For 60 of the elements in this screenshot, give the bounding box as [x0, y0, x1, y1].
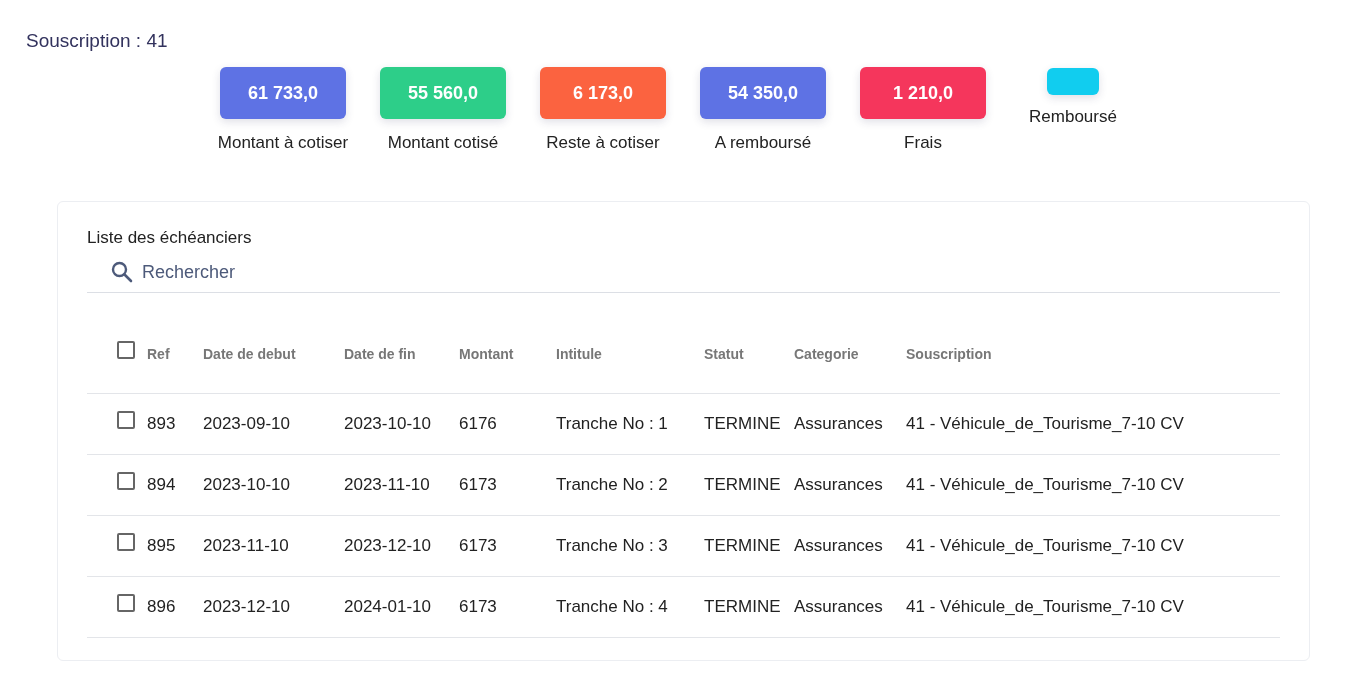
table-cell-text: Assurances [794, 475, 884, 495]
table-cell-text: 893 [147, 414, 177, 434]
stat-label: Remboursé [1029, 107, 1117, 127]
table-cell-text: TERMINE [704, 414, 782, 434]
table-cell-text: 894 [147, 475, 177, 495]
table-cell-text: Tranche No : 2 [556, 475, 669, 495]
table-cell-text: 2023-12-10 [203, 597, 291, 617]
table-cell-text: Assurances [794, 536, 884, 556]
table-cell-text: 41 - Véhicule_de_Tourisme_7-10 CV [906, 414, 1185, 434]
stat-label: A remboursé [714, 133, 812, 153]
table-cell-text: 2023-10-10 [203, 475, 291, 495]
table-cell-text: 6173 [459, 597, 498, 617]
column-header[interactable]: Souscription [906, 346, 1280, 362]
row-checkbox[interactable] [117, 472, 135, 490]
row-checkbox[interactable] [117, 411, 135, 429]
stat-label: Reste à cotiser [546, 133, 660, 153]
panel-title: Liste des échéanciers [87, 228, 253, 248]
stat-label: Montant cotisé [387, 133, 499, 153]
row-checkbox[interactable] [117, 533, 135, 551]
column-header[interactable]: Date de fin [344, 346, 459, 362]
column-header[interactable]: Date de debut [203, 346, 344, 362]
table-cell-text: Tranche No : 4 [556, 597, 669, 617]
table-cell-text: 2024-01-10 [344, 597, 432, 617]
column-header[interactable]: Categorie [794, 346, 906, 362]
table-cell-text: 2023-11-10 [203, 536, 290, 556]
table-cell-text: 2023-11-10 [344, 475, 431, 495]
table-cell-text: 896 [147, 597, 177, 617]
table-cell-text: Assurances [794, 414, 884, 434]
table-cell-text: TERMINE [704, 475, 782, 495]
search-icon [110, 260, 134, 284]
table-cell-text: 6173 [459, 475, 498, 495]
column-header[interactable]: Intitule [556, 346, 704, 362]
table-cell-text: Tranche No : 3 [556, 536, 669, 556]
table-cell-text: 41 - Véhicule_de_Tourisme_7-10 CV [906, 597, 1185, 617]
stat-card: 55 560,0 [380, 67, 506, 119]
table-cell-text: 6173 [459, 536, 498, 556]
table-cell-text: Assurances [794, 597, 884, 617]
table-cell-text: 2023-09-10 [203, 414, 291, 434]
stat-card: 6 173,0 [540, 67, 666, 119]
table-cell-text: 895 [147, 536, 177, 556]
stat-card: 1 210,0 [860, 67, 986, 119]
table-cell-text: Tranche No : 1 [556, 414, 669, 434]
stat-card: 54 350,0 [700, 67, 826, 119]
stat-card: 61 733,0 [220, 67, 346, 119]
table-cell-text: 6176 [459, 414, 498, 434]
table-cell-text: TERMINE [704, 536, 782, 556]
table-cell-text: 41 - Véhicule_de_Tourisme_7-10 CV [906, 475, 1185, 495]
column-header[interactable]: Montant [459, 346, 556, 362]
column-header[interactable]: Statut [704, 346, 794, 362]
column-header[interactable]: Ref [147, 346, 203, 362]
table-cell-text: 2023-12-10 [344, 536, 432, 556]
table-cell-text: 41 - Véhicule_de_Tourisme_7-10 CV [906, 536, 1185, 556]
select-all-checkbox[interactable] [117, 341, 135, 359]
search-field[interactable]: Rechercher [142, 261, 442, 283]
table-cell-text: 2023-10-10 [344, 414, 432, 434]
stat-label: Frais [904, 133, 942, 153]
row-checkbox[interactable] [117, 594, 135, 612]
page-title: Souscription : 41 [26, 30, 169, 52]
table-cell-text: TERMINE [704, 597, 782, 617]
stat-label: Montant à cotiser [217, 133, 349, 153]
